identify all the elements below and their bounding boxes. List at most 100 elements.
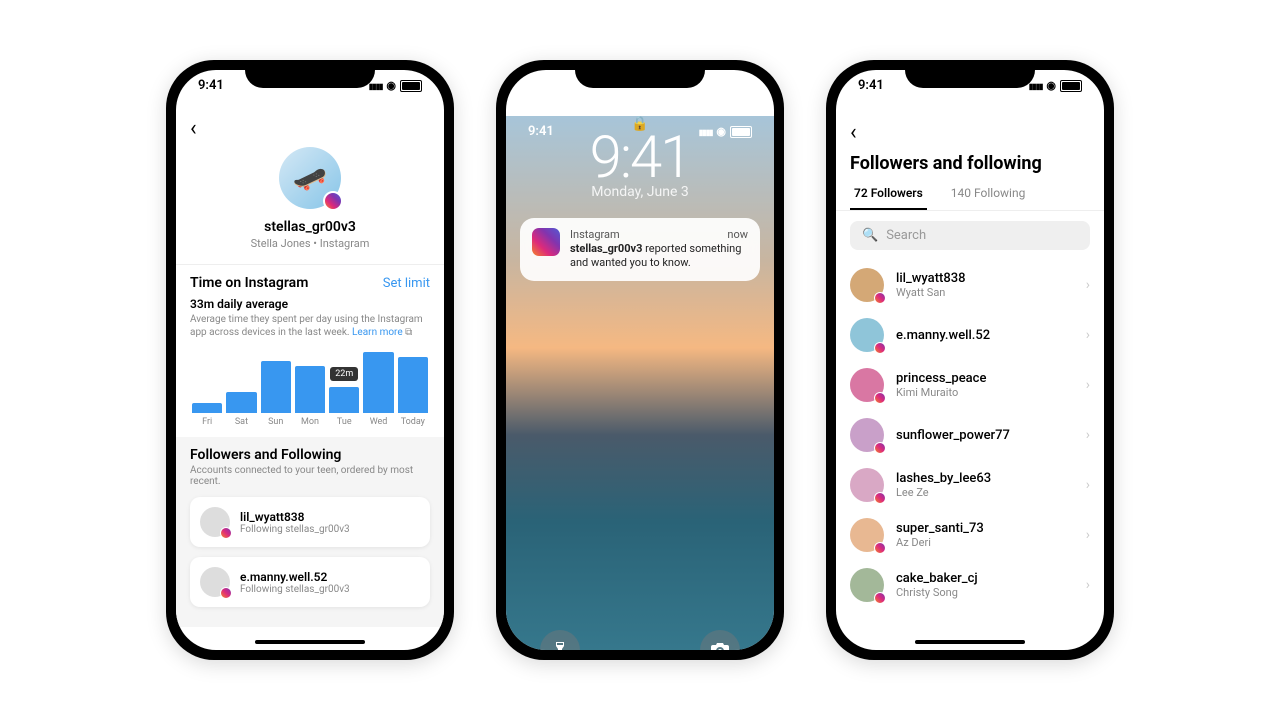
follow-username: lil_wyatt838 [240, 510, 350, 524]
status-bar: 9:41 [176, 78, 444, 93]
bar [329, 387, 359, 413]
battery-icon [1060, 80, 1082, 92]
chevron-right-icon: › [1086, 427, 1090, 443]
followers-section-title: Followers and Following [190, 447, 430, 463]
camera-icon [711, 643, 729, 650]
wifi-icon [716, 124, 726, 139]
camera-button[interactable] [700, 630, 740, 650]
profile-avatar[interactable] [279, 147, 341, 209]
chart-bar-today[interactable]: Today [396, 357, 430, 427]
chart-bar-tue[interactable]: 22mTue [327, 387, 361, 427]
avatar [850, 568, 884, 602]
user-username: sunflower_power77 [896, 428, 1074, 443]
user-username: cake_baker_cj [896, 571, 1074, 586]
status-time: 9:41 [528, 124, 554, 139]
status-bar: 9:41 [836, 78, 1104, 93]
user-username: super_santi_73 [896, 521, 1074, 536]
wifi-icon [386, 78, 396, 93]
flashlight-icon [552, 641, 568, 650]
notification-card[interactable]: Instagram now stellas_gr00v3 reported so… [520, 218, 760, 281]
status-bar: 9:41 [506, 124, 774, 139]
user-row[interactable]: cake_baker_cj Christy Song › [836, 560, 1104, 610]
profile-subline: Stella Jones • Instagram [176, 237, 444, 250]
chevron-right-icon: › [1086, 527, 1090, 543]
tab-followers[interactable]: 72 Followers [850, 178, 927, 210]
bar [363, 352, 393, 413]
phone-supervision: 9:41 ‹ stellas_gr00v3 Stella Jones • Ins… [166, 60, 454, 660]
daily-average: 33m daily average [190, 297, 430, 311]
avatar [850, 468, 884, 502]
user-row[interactable]: e.manny.well.52 › [836, 310, 1104, 360]
status-time: 9:41 [858, 78, 884, 93]
bar-label: Today [401, 417, 425, 427]
flashlight-button[interactable] [540, 630, 580, 650]
chevron-right-icon: › [1086, 577, 1090, 593]
instagram-app-icon [532, 228, 560, 256]
chart-bar-wed[interactable]: Wed [361, 352, 395, 427]
avatar [200, 507, 230, 537]
notification-time: now [727, 228, 748, 241]
bar-label: Sat [235, 417, 248, 427]
notification-app-name: Instagram [570, 228, 620, 241]
average-description: Average time they spent per day using th… [190, 313, 430, 339]
bar-label: Mon [301, 417, 319, 427]
home-indicator[interactable] [255, 640, 365, 644]
user-username: lil_wyatt838 [896, 271, 1074, 286]
user-displayname: Az Deri [896, 536, 1074, 549]
avatar [200, 567, 230, 597]
chevron-right-icon: › [1086, 477, 1090, 493]
user-row[interactable]: super_santi_73 Az Deri › [836, 510, 1104, 560]
signal-icon [1029, 78, 1043, 93]
bar [261, 361, 291, 414]
bar-label: Wed [370, 417, 388, 427]
user-row[interactable]: princess_peace Kimi Muraito › [836, 360, 1104, 410]
status-icons [1029, 78, 1082, 93]
avatar [850, 268, 884, 302]
status-icons [699, 124, 752, 139]
bar-label: Fri [202, 417, 212, 427]
user-displayname: Christy Song [896, 586, 1074, 599]
chevron-right-icon: › [1086, 327, 1090, 343]
chart-bar-fri[interactable]: Fri [190, 403, 224, 428]
user-row[interactable]: lil_wyatt838 Wyatt San › [836, 260, 1104, 310]
chevron-right-icon: › [1086, 277, 1090, 293]
user-row[interactable]: sunflower_power77 › [836, 410, 1104, 460]
user-username: lashes_by_lee63 [896, 471, 1074, 486]
chart-bar-sat[interactable]: Sat [224, 392, 258, 427]
follow-card[interactable]: e.manny.well.52 Following stellas_gr00v3 [190, 557, 430, 607]
chart-bar-sun[interactable]: Sun [259, 361, 293, 428]
bar [226, 392, 256, 413]
time-section-title: Time on Instagram [190, 275, 308, 291]
search-input[interactable]: 🔍 Search [850, 221, 1090, 250]
signal-icon [369, 78, 383, 93]
signal-icon [699, 124, 713, 139]
status-icons [369, 78, 422, 93]
back-button[interactable]: ‹ [190, 116, 197, 141]
set-limit-button[interactable]: Set limit [383, 276, 430, 291]
page-title: Followers and following [836, 145, 1104, 178]
battery-icon [730, 126, 752, 138]
chevron-right-icon: › [1086, 377, 1090, 393]
learn-more-link[interactable]: Learn more [352, 327, 403, 338]
chart-bar-mon[interactable]: Mon [293, 366, 327, 427]
bar-label: Tue [337, 417, 352, 427]
follow-card[interactable]: lil_wyatt838 Following stellas_gr00v3 [190, 497, 430, 547]
follow-subtext: Following stellas_gr00v3 [240, 524, 350, 535]
user-row[interactable]: lashes_by_lee63 Lee Ze › [836, 460, 1104, 510]
usage-bar-chart: FriSatSunMon22mTueWedToday [190, 347, 430, 427]
chart-tooltip: 22m [330, 367, 358, 381]
profile-username: stellas_gr00v3 [176, 219, 444, 235]
bar-label: Sun [268, 417, 283, 427]
search-icon: 🔍 [862, 228, 878, 243]
avatar [850, 418, 884, 452]
back-button[interactable]: ‹ [850, 120, 857, 145]
avatar [850, 318, 884, 352]
search-placeholder: Search [886, 228, 926, 243]
bar [192, 403, 222, 414]
user-displayname: Wyatt San [896, 286, 1074, 299]
user-username: e.manny.well.52 [896, 328, 1074, 343]
home-indicator[interactable] [915, 640, 1025, 644]
tab-following[interactable]: 140 Following [947, 178, 1030, 210]
avatar [850, 518, 884, 552]
follow-subtext: Following stellas_gr00v3 [240, 584, 350, 595]
